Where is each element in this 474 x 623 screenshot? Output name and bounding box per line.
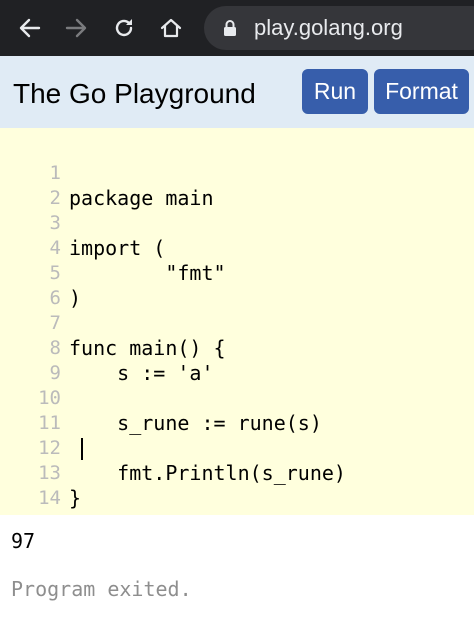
playground-header: The Go Playground Run Format <box>0 56 474 128</box>
code-line: 6 <box>0 261 474 309</box>
exit-status: Program exited. <box>11 577 192 601</box>
code-editor[interactable]: 1 package main 2 3 import ( 4 "fmt" 5 ) … <box>0 128 474 534</box>
back-arrow-icon <box>19 18 41 38</box>
code-line: 9 <box>0 336 474 384</box>
forward-arrow-icon <box>65 18 87 38</box>
code-line: 15 <box>0 486 474 534</box>
code-line: 11 <box>0 386 474 434</box>
forward-button[interactable] <box>58 10 94 46</box>
code-line: 7 func main() { <box>0 286 474 360</box>
code-line: 8 s := 'a' <box>0 311 474 385</box>
text-cursor <box>81 438 83 460</box>
format-button[interactable]: Format <box>374 69 469 114</box>
browser-toolbar: play.golang.org <box>0 0 474 56</box>
lock-icon <box>224 20 236 36</box>
run-button[interactable]: Run <box>302 69 368 114</box>
code-line: 4 "fmt" <box>0 211 474 285</box>
code-line: 10 s_rune := rune(s) <box>0 361 474 435</box>
home-button[interactable] <box>153 10 189 46</box>
code-line: 13 } <box>0 436 474 510</box>
code-line: 14 <box>0 461 474 509</box>
code-line: 12 fmt.Println(s_rune) <box>0 411 474 485</box>
reload-button[interactable] <box>106 10 142 46</box>
page-title: The Go Playground <box>13 78 256 109</box>
url-text: play.golang.org <box>254 15 403 40</box>
program-output: 97 <box>11 529 36 553</box>
reload-icon <box>115 19 133 37</box>
code-line: 2 <box>0 161 474 209</box>
home-icon <box>160 18 182 38</box>
back-button[interactable] <box>12 10 48 46</box>
code-line: 1 package main <box>0 136 474 210</box>
output-panel: 97 Program exited. <box>0 515 474 623</box>
code-line: 3 import ( <box>0 186 474 260</box>
code-line: 5 ) <box>0 236 474 310</box>
address-bar[interactable]: play.golang.org <box>204 6 474 50</box>
